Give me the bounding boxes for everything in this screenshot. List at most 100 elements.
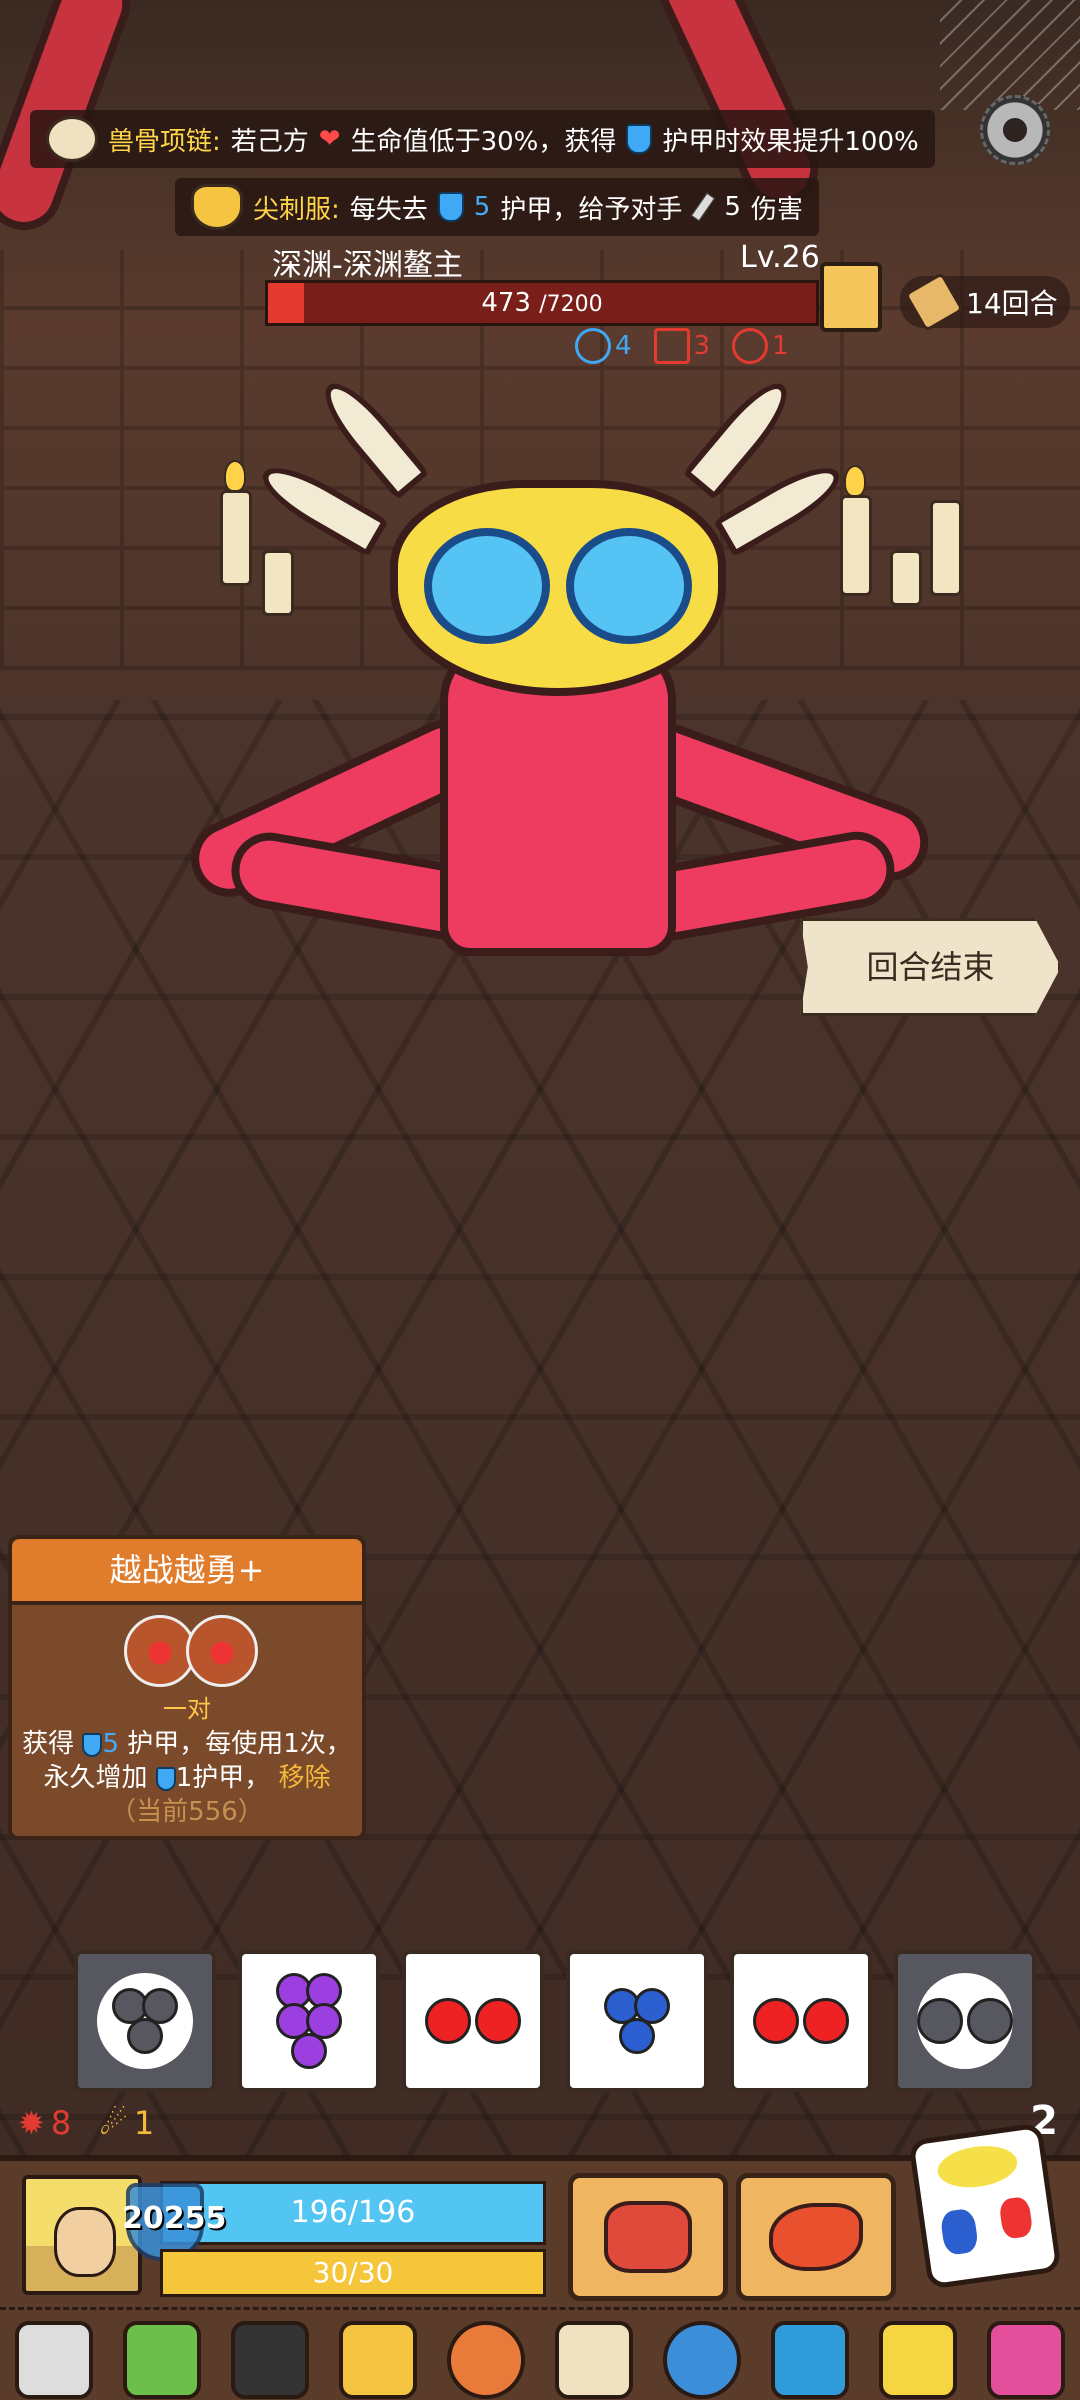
golden-helmet-icon[interactable] <box>879 2321 957 2399</box>
boss-status-row: 4 3 1 <box>575 328 789 364</box>
boss-eye <box>424 528 550 644</box>
heart-icon: ❤ <box>318 124 341 154</box>
avatar-face <box>54 2207 116 2277</box>
die-face-left <box>939 2207 980 2256</box>
counter-value: 1 <box>133 2104 155 2142</box>
spike <box>253 454 389 558</box>
cherry-icon <box>425 1973 521 2069</box>
vortex-icon <box>575 328 611 364</box>
armor-perm: 1 <box>175 1763 193 1793</box>
pink-totem-icon[interactable] <box>987 2321 1065 2399</box>
spike-armor-icon <box>191 184 243 230</box>
blue-pumpkin-icon[interactable] <box>771 2321 849 2399</box>
counter-claw: ☄ 1 <box>99 2104 154 2142</box>
effect-text: 每失去 <box>349 194 428 225</box>
effect-banner-bone-necklace: 兽骨项链: 若己方 ❤ 生命值低于30%，获得 护甲时效果提升100% <box>30 110 935 168</box>
shield-icon <box>437 192 464 222</box>
skill-card-description: 获得 5 护甲，每使用1次，永久增加 1护甲， 移除 （当前556） <box>18 1727 356 1829</box>
remove-label: 移除 <box>278 1763 331 1793</box>
crossed-swords-icon[interactable] <box>15 2321 93 2399</box>
skill-splash-button[interactable] <box>736 2173 896 2301</box>
status-vortex[interactable]: 4 <box>575 328 632 364</box>
die-cherry[interactable] <box>730 1950 872 2092</box>
burst-icon: ✹ <box>18 2104 45 2142</box>
player-armor: 20255 <box>122 2201 227 2236</box>
collar-icon[interactable] <box>231 2321 309 2399</box>
bone-necklace-icon <box>46 116 98 162</box>
boss-hp-text: 473 /7200 <box>268 283 816 323</box>
die-blueberry[interactable] <box>566 1950 708 2092</box>
pattern-label: 一对 <box>163 1695 211 1723</box>
roll-dice-button[interactable] <box>908 2122 1062 2290</box>
cherry-icon: ● <box>186 1615 258 1687</box>
spike <box>312 371 430 501</box>
boss-hp-max: /7200 <box>539 292 603 317</box>
cherry-icon <box>753 1973 849 2069</box>
damage-value: 5 <box>724 192 741 222</box>
armor-gain: 5 <box>102 1729 119 1759</box>
die-grape[interactable] <box>238 1950 380 2092</box>
status-value: 3 <box>693 331 711 361</box>
desc-text: 获得 <box>22 1729 75 1759</box>
desc-text: 护甲， <box>192 1763 271 1793</box>
relic-bar <box>0 2307 1080 2400</box>
skill-card-title: 越战越勇+ <box>12 1539 362 1605</box>
curse-icon <box>732 328 769 364</box>
codex-magnifier-icon[interactable] <box>820 262 882 332</box>
status-value: 1 <box>772 331 789 361</box>
pair-pattern: ● ● <box>124 1615 258 1687</box>
counter-value: 8 <box>50 2104 72 2142</box>
grape-icon <box>261 1973 357 2069</box>
player-energy-bar: 30/30 <box>160 2249 546 2297</box>
effect-text: 伤害 <box>750 194 803 225</box>
dice-row <box>74 1950 1036 2092</box>
shield-icon <box>626 124 653 154</box>
boss-skull <box>390 480 726 696</box>
die-face-top <box>935 2141 1020 2193</box>
end-turn-button[interactable]: 回合结束 <box>800 918 1061 1016</box>
effect-name: 尖刺服: <box>253 194 340 225</box>
meat-icon[interactable] <box>447 2321 525 2399</box>
player-counters: ✹ 8 ☄ 1 <box>18 2104 154 2142</box>
skill-fist-button[interactable] <box>568 2173 728 2301</box>
skill-card[interactable]: 越战越勇+ ● ● 一对 获得 5 护甲，每使用1次，永久增加 1护甲， 移除 … <box>8 1535 366 1840</box>
current-value: （当前556） <box>110 1797 264 1827</box>
bleed-icon <box>653 328 690 364</box>
cobweb <box>940 0 1080 110</box>
status-bleed[interactable]: 3 <box>653 328 711 364</box>
effect-text: 护甲时效果提升100% <box>662 126 919 157</box>
sword-icon <box>691 192 716 222</box>
shield-icon <box>155 1766 176 1791</box>
die-blueberry-locked[interactable] <box>74 1950 216 2092</box>
status-curse[interactable]: 1 <box>732 328 789 364</box>
status-value: 4 <box>615 331 632 361</box>
blueberry-icon <box>97 1973 193 2069</box>
effect-text: 若己方 <box>230 126 309 157</box>
boss-name: 深渊-深渊鳌主 <box>272 248 463 283</box>
boss-hp-bar: 473 /7200 <box>265 280 819 326</box>
green-potion-icon[interactable] <box>123 2321 201 2399</box>
fist-icon <box>604 2201 692 2273</box>
spike-mask-icon[interactable] <box>339 2321 417 2399</box>
boss-level: Lv.26 <box>740 240 820 275</box>
turn-counter: 14回合 <box>900 271 1070 333</box>
game-screen: 兽骨项链: 若己方 ❤ 生命值低于30%，获得 护甲时效果提升100% 尖刺服: 每失… <box>0 0 1080 2400</box>
effect-text: 生命值低于30%，获得 <box>350 126 617 157</box>
die-face-right <box>998 2195 1034 2240</box>
claw-icon: ☄ <box>99 2104 128 2142</box>
spike-ball-icon[interactable] <box>555 2321 633 2399</box>
settings-gear-icon[interactable] <box>980 95 1050 165</box>
effect-text: 护甲，给予对手 <box>500 194 683 225</box>
effect-banner-spike-armor: 尖刺服: 每失去 5 护甲，给予对手 5 伤害 <box>175 178 819 236</box>
candle <box>930 500 962 596</box>
player-panel: 196/196 20255 30/30 <box>0 2122 1080 2400</box>
splash-icon <box>769 2203 863 2271</box>
turn-counter-text: 14回合 <box>966 287 1058 320</box>
blueberry-icon <box>589 1973 685 2069</box>
boss-hp-current: 473 <box>481 288 531 318</box>
die-cherry[interactable] <box>402 1950 544 2092</box>
die-cherry-locked[interactable] <box>894 1950 1036 2092</box>
boss-monster[interactable] <box>150 371 939 980</box>
blue-shell-icon[interactable] <box>663 2321 741 2399</box>
shield-icon <box>82 1732 103 1757</box>
